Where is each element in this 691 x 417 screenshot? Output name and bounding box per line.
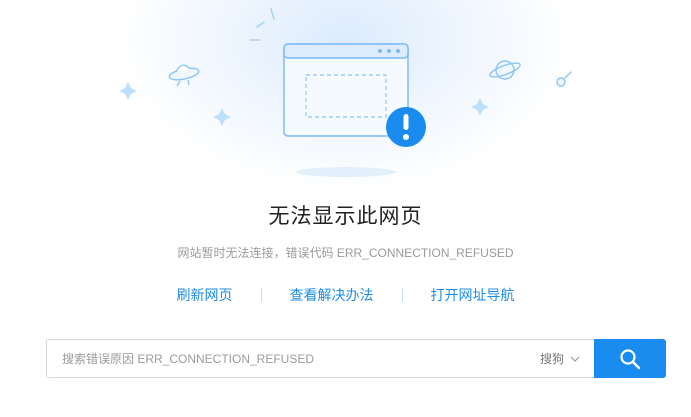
action-links: 刷新网页 查看解决办法 打开网址导航 <box>0 285 691 305</box>
search-input[interactable]: 搜索错误原因 ERR_CONNECTION_REFUSED 搜狗 <box>46 339 594 378</box>
window-shadow <box>296 167 396 177</box>
error-illustration <box>119 8 572 177</box>
search-engine-label: 搜狗 <box>539 352 564 366</box>
search-engine-selector[interactable]: 搜狗 <box>540 350 594 367</box>
search-placeholder: 搜索错误原因 ERR_CONNECTION_REFUSED <box>62 352 315 366</box>
chevron-down-icon <box>570 356 580 362</box>
error-message: 网站暂时无法连接，错误代码 ERR_CONNECTION_REFUSED <box>177 246 514 260</box>
divider <box>260 288 262 302</box>
search-bar: 搜索错误原因 ERR_CONNECTION_REFUSED 搜狗 <box>46 339 666 378</box>
planet-icon <box>489 60 521 80</box>
alert-icon <box>386 107 426 147</box>
search-button[interactable] <box>594 339 666 378</box>
divider <box>401 288 403 302</box>
page-title: 无法显示此网页 <box>268 205 423 228</box>
search-icon <box>620 348 641 369</box>
comet-icon <box>556 71 572 87</box>
open-navigation-link[interactable]: 打开网址导航 <box>431 285 515 305</box>
refresh-link[interactable]: 刷新网页 <box>177 285 233 305</box>
spark-lines-decoration <box>249 8 275 41</box>
ufo-icon <box>168 64 200 87</box>
view-solutions-link[interactable]: 查看解决办法 <box>290 285 374 305</box>
